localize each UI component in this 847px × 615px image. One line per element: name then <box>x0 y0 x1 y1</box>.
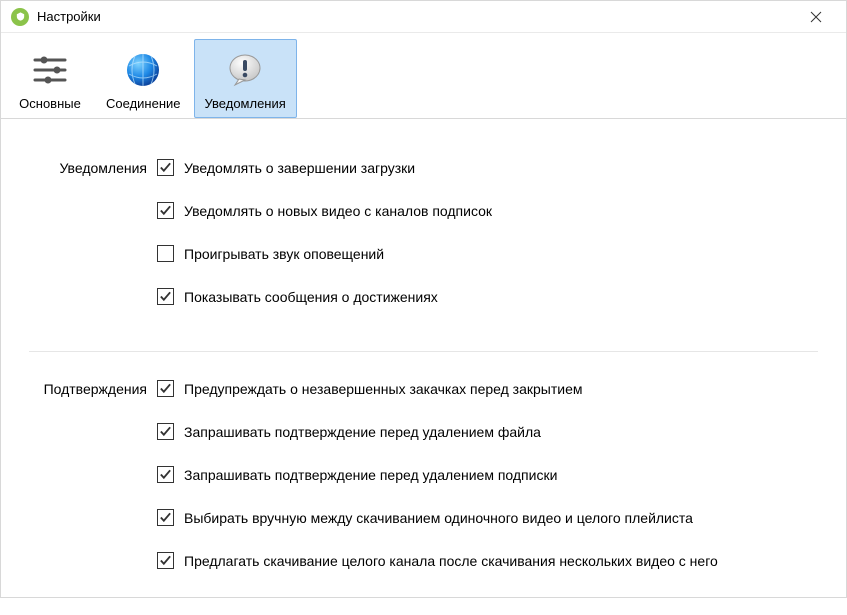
checkbox-label: Уведомлять о завершении загрузки <box>184 160 415 176</box>
checkbox-row: Уведомлять о новых видео с каналов подпи… <box>157 202 818 219</box>
tab-notifications[interactable]: Уведомления <box>194 39 297 118</box>
checkbox-label: Предлагать скачивание целого канала посл… <box>184 553 718 569</box>
tab-label: Основные <box>19 96 81 111</box>
checkbox-offer-channel[interactable] <box>157 552 174 569</box>
titlebar: Настройки <box>1 1 846 33</box>
checkbox-row: Показывать сообщения о достижениях <box>157 288 818 305</box>
section-confirmations: Подтверждения Предупреждать о незавершен… <box>29 380 818 587</box>
tab-connection[interactable]: Соединение <box>95 39 192 118</box>
checkbox-new-videos[interactable] <box>157 202 174 219</box>
checkbox-label: Запрашивать подтверждение перед удаление… <box>184 424 541 440</box>
checkbox-label: Проигрывать звук оповещений <box>184 246 384 262</box>
content: Подтверждения Предупреждать о незавершен… <box>1 380 846 615</box>
section-notifications: Уведомления Уведомлять о завершении загр… <box>29 159 818 323</box>
close-button[interactable] <box>796 3 836 31</box>
tab-label: Уведомления <box>205 96 286 111</box>
checkbox-row: Предупреждать о незавершенных закачках п… <box>157 380 818 397</box>
checkbox-achievements[interactable] <box>157 288 174 305</box>
checkbox-label: Показывать сообщения о достижениях <box>184 289 438 305</box>
tab-general[interactable]: Основные <box>7 39 93 118</box>
checkbox-row: Запрашивать подтверждение перед удаление… <box>157 423 818 440</box>
checkbox-label: Выбирать вручную между скачиванием одино… <box>184 510 693 526</box>
window-title: Настройки <box>37 9 796 24</box>
checkbox-label: Уведомлять о новых видео с каналов подпи… <box>184 203 492 219</box>
checkbox-warn-close[interactable] <box>157 380 174 397</box>
checkbox-label: Запрашивать подтверждение перед удаление… <box>184 467 557 483</box>
checkbox-download-complete[interactable] <box>157 159 174 176</box>
tabs: Основные Соединение <box>1 33 846 119</box>
checkbox-row: Выбирать вручную между скачиванием одино… <box>157 509 818 526</box>
checkbox-row: Запрашивать подтверждение перед удаление… <box>157 466 818 483</box>
checkbox-label: Предупреждать о незавершенных закачках п… <box>184 381 583 397</box>
checkbox-confirm-delete-file[interactable] <box>157 423 174 440</box>
globe-icon <box>121 48 165 92</box>
tab-label: Соединение <box>106 96 181 111</box>
alert-bubble-icon <box>223 48 267 92</box>
checkbox-confirm-delete-sub[interactable] <box>157 466 174 483</box>
section-title: Уведомления <box>29 159 157 323</box>
app-icon <box>11 8 29 26</box>
close-icon <box>810 11 822 23</box>
checkbox-row: Уведомлять о завершении загрузки <box>157 159 818 176</box>
sliders-icon <box>28 48 72 92</box>
checkbox-choose-playlist[interactable] <box>157 509 174 526</box>
checkbox-play-sound[interactable] <box>157 245 174 262</box>
section-title: Подтверждения <box>29 380 157 587</box>
content: Уведомления Уведомлять о завершении загр… <box>1 119 846 351</box>
section-divider <box>29 351 818 352</box>
checkbox-row: Проигрывать звук оповещений <box>157 245 818 262</box>
checkbox-row: Предлагать скачивание целого канала посл… <box>157 552 818 569</box>
